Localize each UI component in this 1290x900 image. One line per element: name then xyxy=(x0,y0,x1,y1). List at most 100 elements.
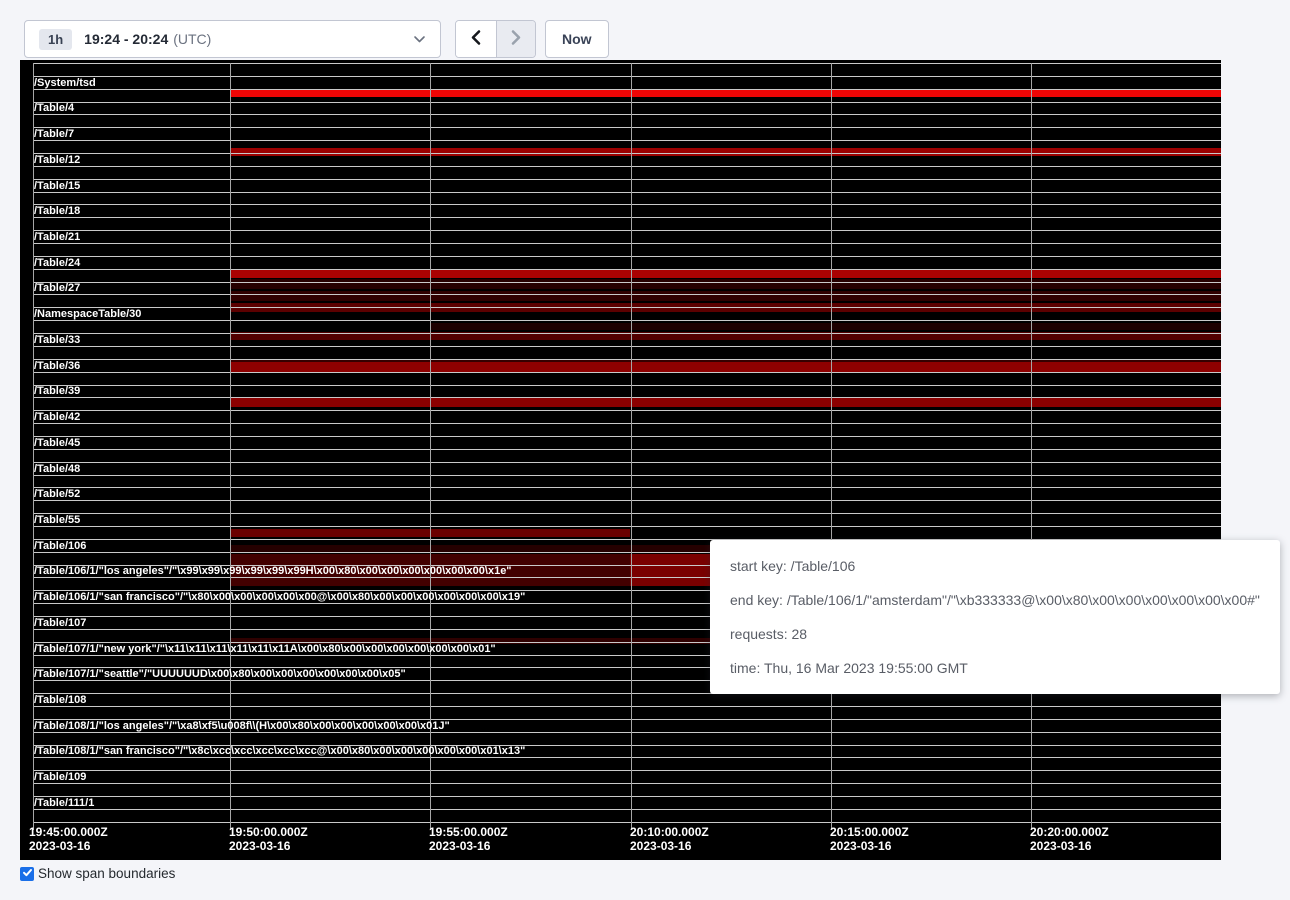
tooltip-end-key: end key: /Table/106/1/"amsterdam"/"\xb33… xyxy=(730,583,1260,617)
row-label: /Table/39 xyxy=(34,385,80,397)
span-boundary-line xyxy=(33,757,1221,758)
span-boundary-line xyxy=(33,192,1221,193)
span-boundary-line xyxy=(33,487,1221,488)
span-boundary-line xyxy=(33,436,1221,437)
tooltip-time: time: Thu, 16 Mar 2023 19:55:00 GMT xyxy=(730,651,1260,685)
row-label: /Table/27 xyxy=(34,282,80,294)
row-label: /Table/107/1/"new york"/"\x11\x11\x11\x1… xyxy=(34,643,496,655)
tooltip-requests: requests: 28 xyxy=(730,617,1260,651)
row-label: /Table/45 xyxy=(34,437,80,449)
span-boundary-line xyxy=(33,140,1221,141)
x-axis-label: 20:15:00.000Z2023-03-16 xyxy=(830,825,909,853)
time-gridline xyxy=(631,63,632,830)
span-boundary-line xyxy=(33,76,1221,77)
span-boundary-line xyxy=(33,397,1221,398)
heatmap-band xyxy=(630,554,710,587)
heatmap-canvas[interactable]: /System/tsd/Table/4/Table/7/Table/12/Tab… xyxy=(20,60,1221,860)
time-gridline xyxy=(430,63,431,830)
span-boundary-line xyxy=(33,732,1221,733)
row-label: /Table/24 xyxy=(34,257,80,269)
chevron-left-icon xyxy=(470,29,482,49)
row-label: /Table/108/1/"san francisco"/"\x8c\xcc\x… xyxy=(34,745,525,757)
time-nav-group xyxy=(455,20,536,58)
row-label: /Table/36 xyxy=(34,360,80,372)
span-boundary-line xyxy=(33,230,1221,231)
span-boundary-line xyxy=(33,320,1221,321)
checkbox-label: Show span boundaries xyxy=(38,866,175,881)
span-boundary-line xyxy=(33,282,1221,283)
span-boundary-line xyxy=(33,372,1221,373)
row-label: /Table/18 xyxy=(34,205,80,217)
span-boundary-line xyxy=(33,706,1221,707)
time-preset-badge: 1h xyxy=(39,29,72,50)
span-boundary-line xyxy=(33,294,1221,295)
span-boundary-line xyxy=(33,770,1221,771)
row-label: /System/tsd xyxy=(34,77,96,89)
span-boundary-line xyxy=(33,822,1221,823)
x-axis-label: 19:55:00.000Z2023-03-16 xyxy=(429,825,508,853)
span-boundary-line xyxy=(33,526,1221,527)
span-boundary-line xyxy=(33,63,1221,64)
heatmap-band xyxy=(230,89,1221,97)
row-label: /Table/52 xyxy=(34,488,80,500)
footer-controls: Show span boundaries xyxy=(20,866,175,881)
row-label: /Table/15 xyxy=(34,180,80,192)
row-label: /Table/48 xyxy=(34,463,80,475)
x-axis-label: 20:20:00.000Z2023-03-16 xyxy=(1030,825,1109,853)
tooltip-start-key: start key: /Table/106 xyxy=(730,549,1260,583)
checkmark-icon xyxy=(22,865,33,883)
show-span-boundaries-checkbox[interactable] xyxy=(20,867,34,881)
heatmap-band xyxy=(230,279,1221,290)
span-boundary-line xyxy=(33,809,1221,810)
span-boundary-line xyxy=(33,796,1221,797)
span-boundary-line xyxy=(33,423,1221,424)
row-label: /Table/108/1/"los angeles"/"\xa8\xf5\u00… xyxy=(34,720,450,732)
heatmap-band xyxy=(230,398,1221,407)
span-boundary-line xyxy=(33,410,1221,411)
span-boundary-line xyxy=(33,89,1221,90)
toolbar: 1h 19:24 - 20:24 (UTC) Now xyxy=(0,0,1290,60)
row-label: /Table/107/1/"seattle"/"UUUUUUD\x00\x80\… xyxy=(34,668,406,680)
span-boundary-line xyxy=(33,333,1221,334)
row-label: /Table/42 xyxy=(34,411,80,423)
row-label: /Table/33 xyxy=(34,334,80,346)
span-boundary-line xyxy=(33,269,1221,270)
x-axis-label: 19:45:00.000Z2023-03-16 xyxy=(29,825,108,853)
span-boundary-line xyxy=(33,783,1221,784)
row-label: /Table/4 xyxy=(34,102,74,114)
heatmap-band xyxy=(430,323,1221,331)
span-boundary-line xyxy=(33,307,1221,308)
span-boundary-line xyxy=(33,449,1221,450)
chevron-right-icon xyxy=(510,29,522,49)
heatmap-band xyxy=(230,148,1221,156)
span-boundary-line xyxy=(33,127,1221,128)
row-label: /NamespaceTable/30 xyxy=(34,308,141,320)
prev-range-button[interactable] xyxy=(456,21,496,57)
span-boundary-line xyxy=(33,513,1221,514)
time-range-selector[interactable]: 1h 19:24 - 20:24 (UTC) xyxy=(24,20,441,58)
span-boundary-line xyxy=(33,204,1221,205)
span-boundary-line xyxy=(33,166,1221,167)
row-label: /Table/12 xyxy=(34,154,80,166)
row-label: /Table/21 xyxy=(34,231,80,243)
time-gridline xyxy=(1031,63,1032,830)
timezone-label: (UTC) xyxy=(173,31,211,47)
now-button[interactable]: Now xyxy=(545,20,609,58)
x-axis-label: 20:10:00.000Z2023-03-16 xyxy=(630,825,709,853)
span-boundary-line xyxy=(33,359,1221,360)
row-label: /Table/106 xyxy=(34,540,86,552)
time-gridline xyxy=(831,63,832,830)
row-label: /Table/7 xyxy=(34,128,74,140)
heatmap-band xyxy=(230,291,1221,302)
row-label: /Table/107 xyxy=(34,617,86,629)
span-boundary-line xyxy=(33,243,1221,244)
span-boundary-line xyxy=(33,179,1221,180)
key-visualizer-page: 1h 19:24 - 20:24 (UTC) Now /System/tsd/T… xyxy=(0,0,1290,900)
hover-tooltip: start key: /Table/106 end key: /Table/10… xyxy=(710,540,1280,694)
span-boundary-line xyxy=(33,462,1221,463)
span-boundary-line xyxy=(33,500,1221,501)
span-boundary-line xyxy=(33,102,1221,103)
span-boundary-line xyxy=(33,217,1221,218)
next-range-button[interactable] xyxy=(496,21,536,57)
row-label: /Table/109 xyxy=(34,771,86,783)
